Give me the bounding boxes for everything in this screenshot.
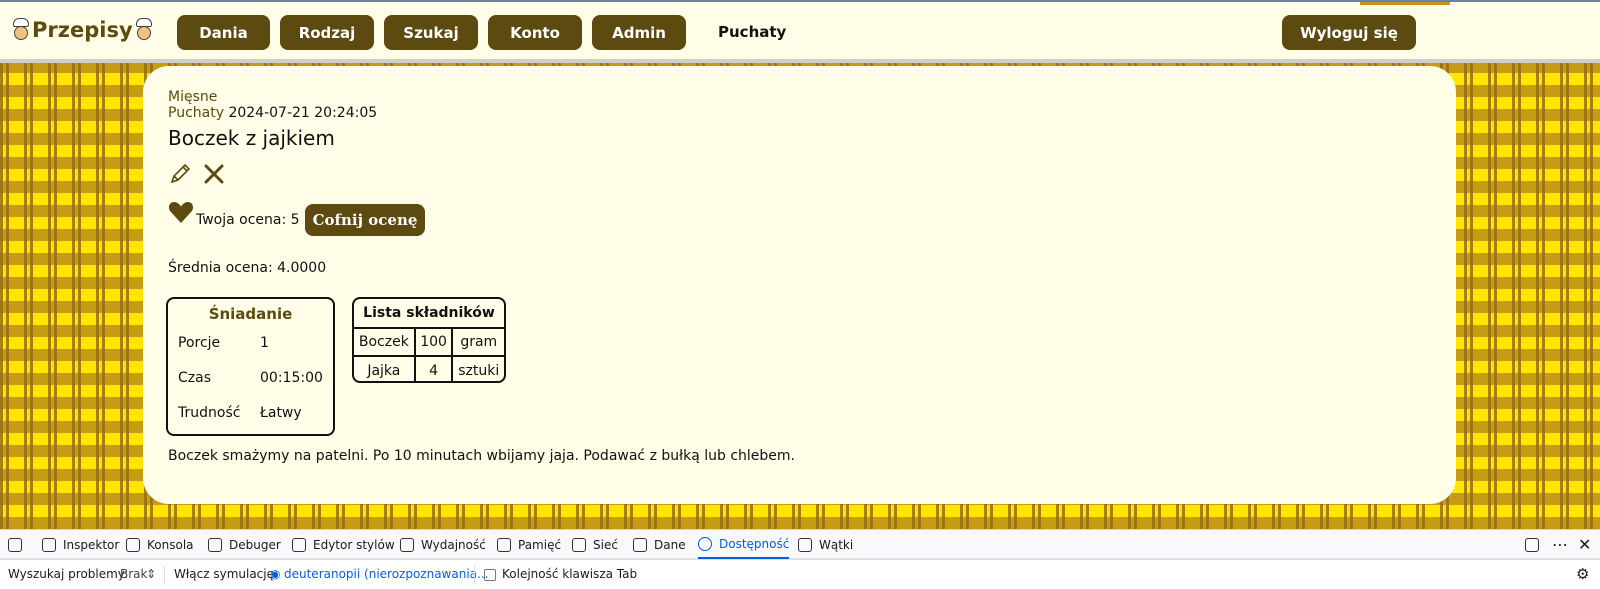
ingredients-header: Lista składników	[363, 305, 495, 321]
memory-icon	[497, 537, 511, 552]
tab-threads[interactable]: Wątki	[798, 530, 853, 559]
recipe-title: Boczek z jajkiem	[168, 126, 335, 150]
accessibility-icon	[698, 536, 712, 551]
debugger-icon	[208, 537, 222, 552]
performance-icon	[400, 537, 414, 552]
recipe-card	[143, 66, 1456, 504]
close-icon[interactable]: ✕	[1578, 530, 1591, 559]
devtools-toolbar: Inspektor Konsola Debuger Edytor stylów …	[0, 529, 1600, 559]
heart-icon[interactable]	[168, 200, 194, 224]
ingredient-name: Boczek	[354, 327, 416, 357]
tab-console[interactable]: Konsola	[126, 530, 194, 559]
chevron-down-icon[interactable]: ⇕	[146, 567, 156, 581]
tab-inspector[interactable]: Inspektor	[42, 530, 119, 559]
nav-button-szukaj[interactable]: Szukaj	[384, 15, 478, 50]
info-value-portions: 1	[260, 335, 269, 351]
tab-style-editor[interactable]: Edytor stylów	[292, 530, 395, 559]
search-issues-select[interactable]: Brak	[120, 567, 147, 581]
undo-rating-button[interactable]: Cofnij ocenę	[305, 204, 425, 236]
simulation-label: Włącz symulację:	[174, 567, 279, 581]
tab-storage[interactable]: Dane	[633, 530, 686, 559]
gear-icon[interactable]: ⚙	[1576, 565, 1589, 583]
recipe-category[interactable]: Mięsne	[168, 89, 217, 105]
eye-icon: ◉	[270, 567, 281, 581]
ingredient-amount: 100	[413, 327, 454, 357]
tab-debugger[interactable]: Debuger	[208, 530, 281, 559]
info-value-difficulty: Łatwy	[260, 405, 302, 421]
delete-icon[interactable]	[202, 162, 226, 186]
decorative-strip	[1360, 2, 1450, 5]
info-value-time: 00:15:00	[260, 370, 323, 386]
tab-order-label[interactable]: Kolejność klawisza Tab	[502, 567, 637, 581]
ingredient-name: Jajka	[354, 355, 416, 381]
tab-performance[interactable]: Wydajność	[400, 530, 486, 559]
average-rating: Średnia ocena: 4.0000	[168, 260, 327, 276]
info-label-difficulty: Trudność	[178, 405, 241, 421]
logout-button[interactable]: Wyloguj się	[1282, 15, 1416, 50]
style-editor-icon	[292, 537, 306, 552]
nav-button-admin[interactable]: Admin	[592, 15, 686, 50]
devtools-accessibility-bar: Wyszukaj problemy: Brak ⇕ Włącz symulacj…	[0, 559, 1600, 589]
meal-type: Śniadanie	[208, 305, 293, 323]
devtools-picker-icon[interactable]	[8, 530, 29, 559]
more-options-icon[interactable]: ⋯	[1552, 530, 1568, 559]
info-label-time: Czas	[178, 370, 211, 386]
search-issues-label: Wyszukaj problemy:	[8, 567, 129, 581]
network-icon	[572, 537, 586, 552]
simulation-select[interactable]: deuteranopii (nierozpoznawania...	[284, 567, 488, 581]
logo-text: Przepisy	[32, 18, 133, 42]
recipe-description: Boczek smażymy na patelni. Po 10 minutac…	[168, 448, 796, 464]
ingredient-unit: sztuki	[451, 355, 504, 381]
tab-network[interactable]: Sieć	[572, 530, 618, 559]
recipe-info-box: Śniadanie Porcje 1 Czas 00:15:00 Trudnoś…	[166, 297, 335, 436]
ingredients-list: Boczek 100 gram Jajka 4 sztuki	[354, 327, 504, 381]
ingredient-unit: gram	[451, 327, 504, 357]
user-rating: Twoja ocena: 5	[196, 212, 300, 228]
recipe-date: 2024-07-21 20:24:05	[228, 105, 378, 121]
nav-button-dania[interactable]: Dania	[177, 15, 270, 50]
ingredients-table: Lista składników Boczek 100 gram Jajka 4…	[352, 297, 506, 383]
recipe-author[interactable]: Puchaty	[168, 105, 224, 121]
threads-icon	[798, 537, 812, 552]
storage-icon	[633, 537, 647, 552]
pencil-icon[interactable]	[168, 162, 192, 186]
chef-icon	[133, 18, 155, 42]
tab-order-checkbox[interactable]	[484, 569, 496, 581]
recipe-meta: Puchaty 2024-07-21 20:24:05	[168, 105, 377, 121]
dock-icon[interactable]	[1525, 530, 1546, 559]
console-icon	[126, 537, 140, 552]
nav-button-rodzaj[interactable]: Rodzaj	[280, 15, 374, 50]
ingredient-amount: 4	[413, 355, 454, 381]
site-logo[interactable]: Przepisy	[10, 18, 155, 42]
top-navbar: Przepisy Dania Rodzaj Szukaj Konto Admin…	[0, 0, 1600, 63]
info-label-portions: Porcje	[178, 335, 221, 351]
tab-accessibility[interactable]: Dostępność	[698, 530, 790, 559]
inspector-icon	[42, 537, 56, 552]
chef-icon	[10, 18, 32, 42]
current-user-name[interactable]: Puchaty	[718, 23, 786, 41]
tab-memory[interactable]: Pamięć	[497, 530, 561, 559]
table-row: Jajka 4 sztuki	[354, 355, 504, 381]
nav-button-konto[interactable]: Konto	[488, 15, 582, 50]
table-row: Boczek 100 gram	[354, 327, 504, 357]
